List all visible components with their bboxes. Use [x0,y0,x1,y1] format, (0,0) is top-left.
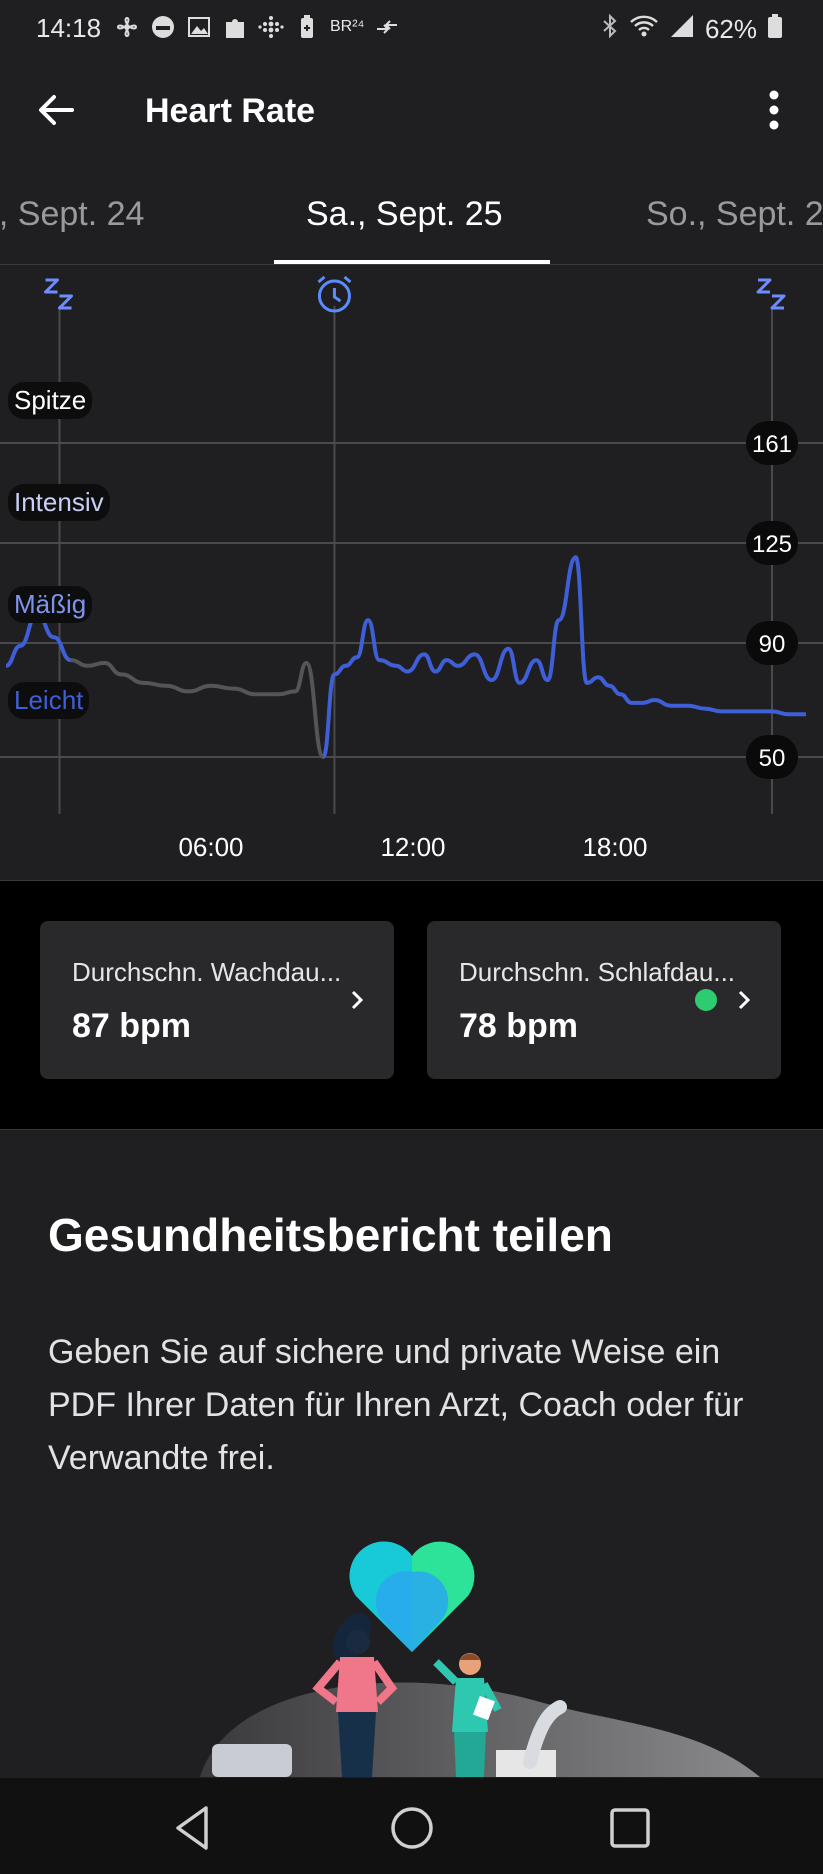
x-tick-label: 06:00 [178,832,243,862]
card-label: Durchschn. Wachdau... [72,957,342,987]
nav-home-icon [391,1807,433,1849]
y-tick-label: 90 [759,631,786,658]
system-icons: 62% [601,13,783,46]
system-nav-bar [0,1778,823,1874]
back-arrow-icon [39,95,74,125]
fan-icon [114,14,140,40]
sleep-zz-icon [44,278,73,310]
heart-rate-chart[interactable]: 161 125 90 50 06:00 12:00 18:00 Spitze Intens… [0,264,823,880]
sleep-zz-icon [756,278,786,310]
tab-next-day[interactable]: So., Sept. 2 [646,195,823,234]
more-options-button[interactable] [749,82,799,138]
hr-line-active [321,555,806,759]
chevron-right-icon [738,990,751,1010]
nav-home-button[interactable] [382,1798,442,1858]
share-description: Geben Sie auf sichere und private Weise … [48,1333,744,1477]
y-tick-label: 125 [752,531,792,558]
more-vert-icon [769,90,779,130]
hr-line-resting [70,658,326,759]
zone-label-peak: Spitze [8,382,93,419]
data-saver-icon [150,14,176,40]
chart-canvas: 161 125 90 50 06:00 12:00 18:00 [0,275,823,862]
nav-back-button[interactable] [164,1798,224,1858]
puzzle-icon [222,14,248,40]
date-tabs: r., Sept. 24 Sa., Sept. 25 So., Sept. 2 [0,170,823,265]
nav-recents-icon [610,1808,650,1848]
card-value: 78 bpm [459,1007,579,1045]
card-label: Durchschn. Schlafdau... [459,957,736,987]
share-title: Gesundheitsbericht teilen [48,1209,613,1261]
br24-icon: BR²⁴ [330,18,365,35]
battery-icon [767,13,783,46]
wifi-icon [629,13,659,46]
zone-label-moderate: Mäßig [8,586,93,623]
x-tick-label: 12:00 [380,832,445,862]
x-tick-label: 18:00 [582,832,647,862]
transfer-icon [374,14,400,40]
share-report-section[interactable]: Gesundheitsbericht teilen Geben Sie auf … [0,1152,823,1777]
cell-signal-icon [669,13,695,46]
bluetooth-icon [601,13,619,46]
tab-prev-day[interactable]: r., Sept. 24 [0,195,144,234]
status-time: 14:18 [36,13,102,43]
tab-current-day[interactable]: Sa., Sept. 25 [306,195,503,234]
zone-label-light: Leicht [8,682,90,719]
status-dot [695,989,717,1011]
battery-percent: 62% [704,14,757,44]
awake-avg-card[interactable]: Durchschn. Wachdau... 87 bpm [40,921,394,1079]
nav-back-icon [176,1806,208,1850]
page-title: Heart Rate [145,92,316,130]
stats-section: Durchschn. Wachdau... 87 bpm Durchschn. … [0,880,823,1130]
nav-recents-button[interactable] [600,1798,660,1858]
image-icon [186,14,212,40]
sleep-avg-card[interactable]: Durchschn. Schlafdau... 78 bpm [427,921,781,1079]
y-tick-label: 161 [752,431,792,458]
status-bar: 14:18 BR²⁴ 62% [0,0,823,60]
zone-label-cardio: Intensiv [8,484,110,521]
battery-saver-icon [294,14,320,40]
fitbit-icon [258,14,284,40]
card-value: 87 bpm [72,1007,192,1045]
y-tick-label: 50 [759,745,786,772]
back-button[interactable] [30,82,86,138]
chevron-right-icon [351,990,364,1010]
alarm-icon [317,275,352,313]
notification-icons: BR²⁴ [114,14,400,40]
doctor-patient-illustration [200,1541,760,1777]
app-bar: Heart Rate [0,60,823,170]
